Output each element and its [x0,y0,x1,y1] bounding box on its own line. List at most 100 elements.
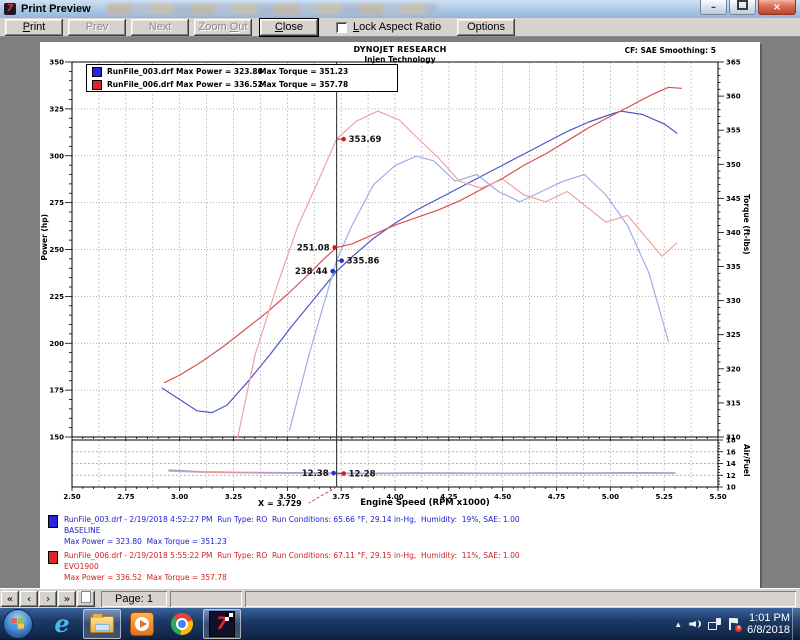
taskbar-item-winpep7[interactable]: 7 [203,609,241,639]
lock-aspect-label: Lock Aspect Ratio [353,21,441,33]
callout-dot [332,245,337,250]
legend-text: RunFile_003.drf Max Power = 323.80 [107,67,259,76]
airfuel-axis-title: Air/Fuel [742,444,751,477]
first-page-button[interactable]: « [1,591,19,607]
prev-page-button[interactable]: ‹ [20,591,38,607]
af-tick-label: 12 [726,472,736,480]
torque-tick-label: 365 [726,59,741,67]
run-max-values: Max Power = 323.80 Max Torque = 351.23 [64,536,748,547]
legend-swatch-red [92,80,102,90]
app-icon: 7 [4,3,16,15]
network-icon[interactable] [708,618,721,630]
preview-page[interactable]: DYNOJET RESEARCH Injen Technology CF: SA… [40,42,760,588]
af-tick-label: 16 [726,448,736,456]
torque-tick-label: 355 [726,127,741,135]
page-icon [81,591,91,603]
x-tick-label: 4.75 [548,493,565,501]
x-tick-label: 2.75 [117,493,134,501]
clock-date: 6/8/2018 [747,624,790,636]
torque-tick-label: 315 [726,399,741,407]
close-window-button[interactable]: × [758,0,796,15]
taskbar-item-file-explorer[interactable] [83,609,121,639]
lock-aspect-checkbox[interactable] [336,22,347,33]
action-center-badge: × [735,625,742,632]
taskbar: e 7 ▲ × 1:01 PM 6/8/2018 [0,608,800,640]
run-info-block: RunFile_003.drf - 2/19/2018 4:52:27 PM R… [48,514,748,586]
x-tick-label: 5.25 [656,493,673,501]
af-tick-label: 18 [726,437,736,445]
next-page-button[interactable]: › [39,591,57,607]
torque-tick-label: 335 [726,263,741,271]
page-setup-button[interactable] [77,591,95,607]
legend-row: RunFile_006.drf Max Power = 336.52 Max T… [87,78,397,91]
run-swatch-red [48,551,58,564]
callout-dot [339,258,344,263]
callout-dot [341,137,346,142]
x-tick-label: 3.00 [171,493,188,501]
prev-button[interactable]: Prev [68,19,126,36]
power-tick-label: 275 [49,199,64,207]
power-tick-label: 250 [49,246,64,254]
run-conditions: RunFile_006.drf - 2/19/2018 5:55:22 PM R… [64,550,748,561]
minimize-button[interactable]: – [700,0,727,15]
series-RunFile_003-power [162,111,677,413]
close-preview-button[interactable]: Close [260,19,318,36]
series-RunFile_003-torque [290,156,669,430]
preview-workspace: DYNOJET RESEARCH Injen Technology CF: SA… [0,37,800,588]
title-bar: 7 Print Preview – × [0,0,800,19]
x-tick-label: 5.00 [602,493,619,501]
torque-tick-label: 325 [726,331,741,339]
run-max-values: Max Power = 336.52 Max Torque = 357.78 [64,572,748,583]
callout-value-label: 12.28 [349,470,376,480]
callout-value-label: 353.69 [349,135,382,145]
x-tick-label: 5.50 [709,493,726,501]
run-name: EVO1900 [64,561,748,572]
chrome-icon [171,613,193,635]
x-tick-label: 3.25 [225,493,242,501]
run-info-entry: RunFile_006.drf - 2/19/2018 5:55:22 PM R… [48,550,748,583]
window-title: Print Preview [21,3,91,15]
callout-value-label: 335.86 [347,257,380,267]
taskbar-item-internet-explorer[interactable]: e [43,609,81,639]
callout-value-label: 12.38 [302,469,329,479]
maximize-button[interactable] [729,0,756,15]
torque-tick-label: 340 [726,229,741,237]
x-tick-label: 2.50 [63,493,80,501]
show-desktop-button[interactable] [792,608,800,640]
run-conditions: RunFile_003.drf - 2/19/2018 4:52:27 PM R… [64,514,748,525]
torque-tick-label: 345 [726,195,741,203]
start-button[interactable] [3,609,33,639]
x-axis-title: Engine Speed (RPM x1000) [325,498,525,508]
taskbar-item-chrome[interactable] [163,609,201,639]
run-info-entry: RunFile_003.drf - 2/19/2018 4:52:27 PM R… [48,514,748,547]
power-tick-label: 325 [49,105,64,113]
taskbar-item-media-player[interactable] [123,609,161,639]
action-center-flag-icon[interactable]: × [728,618,740,631]
lock-aspect-group: Lock Aspect Ratio [336,21,441,33]
callout-dot [331,471,336,476]
callout-dot [330,269,335,274]
legend-text: Max Torque = 357.78 [259,80,348,89]
taskbar-clock[interactable]: 1:01 PM 6/8/2018 [747,612,790,636]
last-page-button[interactable]: » [58,591,76,607]
torque-tick-label: 330 [726,297,741,305]
folder-icon [90,616,114,633]
print-button[interactable]: Print [5,19,63,36]
af-tick-label: 14 [726,460,736,468]
internet-explorer-icon: e [54,612,69,636]
power-tick-label: 150 [49,434,64,442]
next-button[interactable]: Next [131,19,189,36]
options-button[interactable]: Options [457,19,515,36]
title-path-redacted [107,4,437,14]
power-tick-label: 200 [49,340,64,348]
volume-icon[interactable] [689,618,701,630]
media-player-icon [130,612,154,636]
power-tick-label: 350 [49,59,64,67]
af-tick-label: 10 [726,484,736,492]
legend-swatch-blue [92,67,102,77]
hidden-icons-arrow-icon[interactable]: ▲ [674,620,682,629]
zoom-out-button[interactable]: Zoom Out [194,19,252,36]
run-swatch-blue [48,515,58,528]
winpep7-icon: 7 [209,611,235,637]
power-tick-label: 175 [49,387,64,395]
